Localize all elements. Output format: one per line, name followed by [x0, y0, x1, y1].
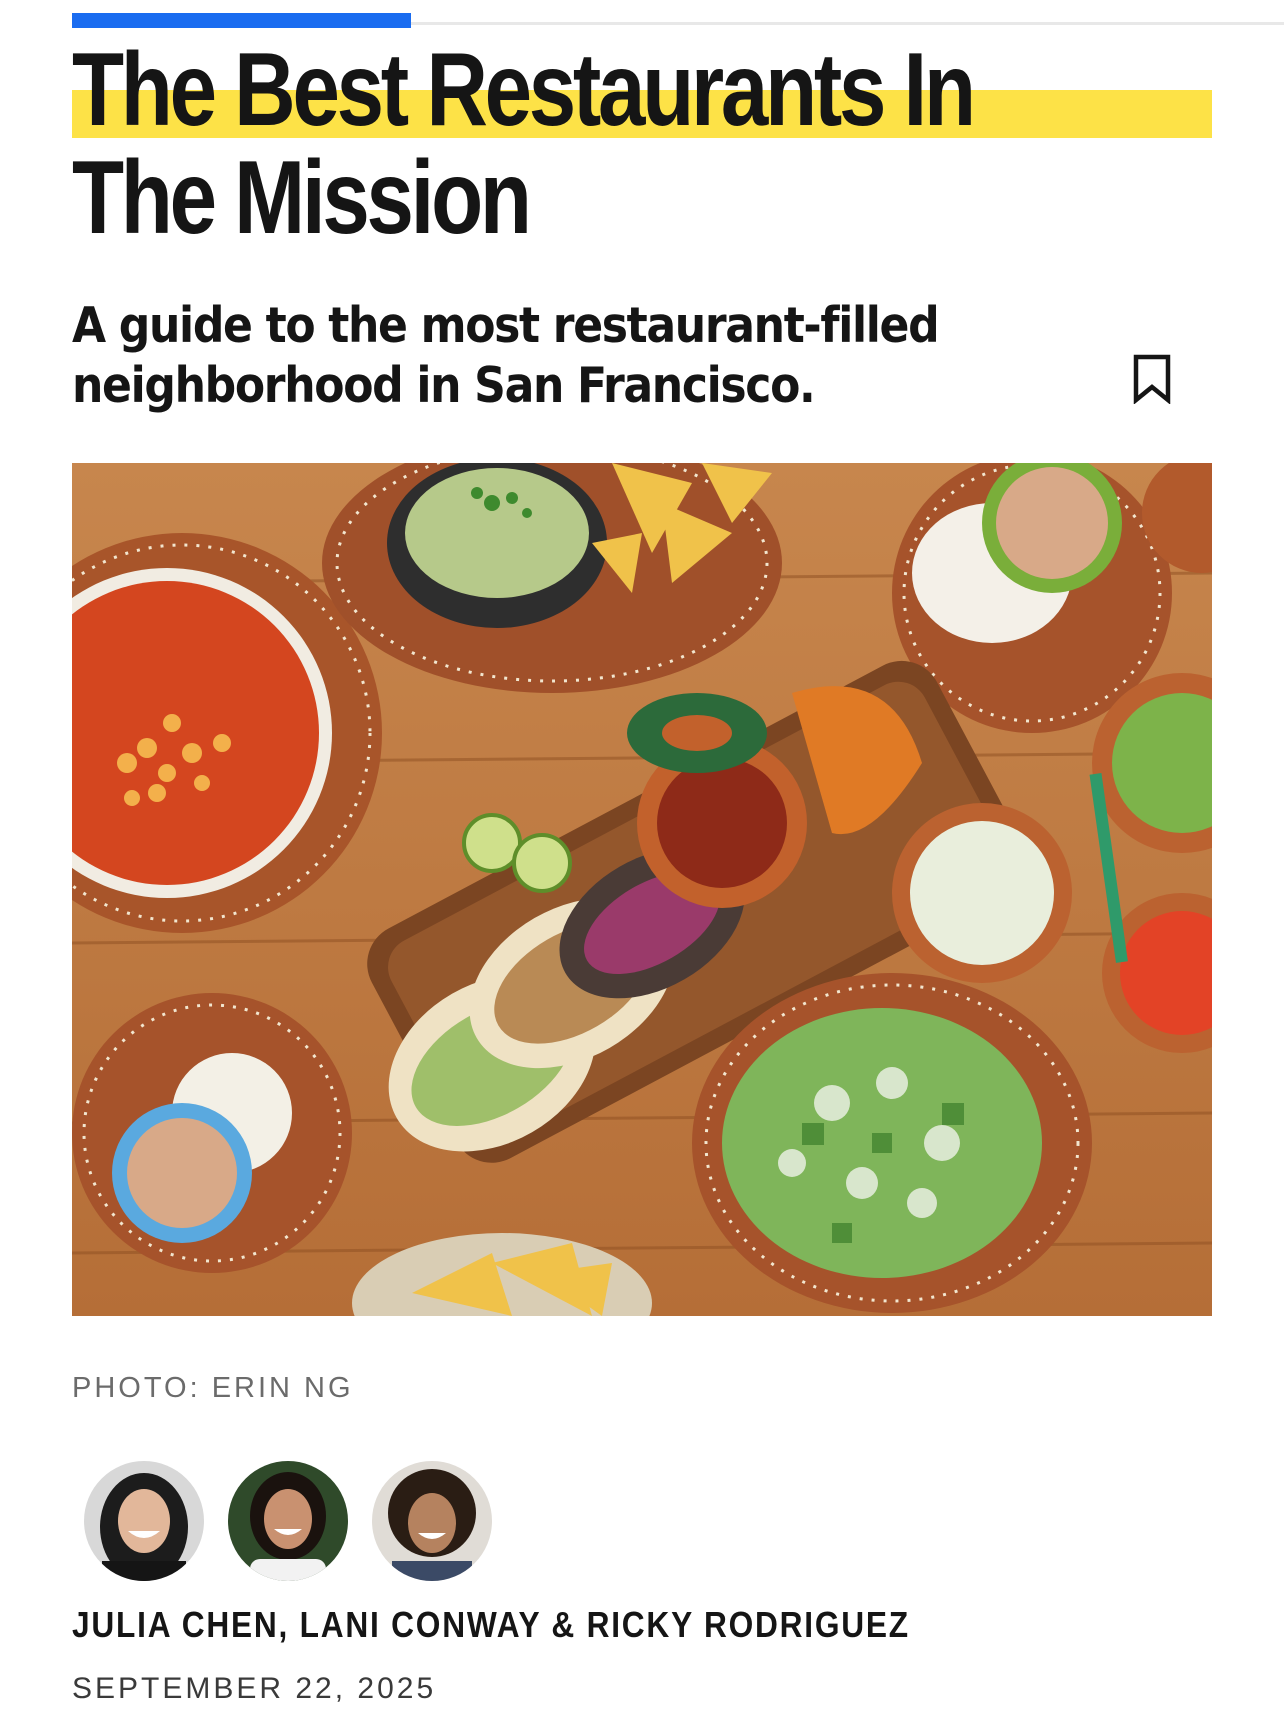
subhead-line-2: neighborhood in San Francisco.: [72, 357, 816, 414]
avatar-julia-chen[interactable]: [84, 1461, 204, 1581]
byline-separator: ,: [278, 1604, 300, 1645]
avatar-lani-conway[interactable]: [228, 1461, 348, 1581]
reading-progress-bar: [72, 13, 412, 28]
subhead-line-1: A guide to the most restaurant-filled: [72, 297, 940, 354]
page-title: The Best Restaurants In The Mission: [72, 36, 1212, 252]
author-link-lani-conway[interactable]: LANI CONWAY: [300, 1604, 541, 1645]
avatar-ricky-rodriguez[interactable]: [372, 1461, 492, 1581]
hero-image: [72, 463, 1212, 1316]
headline-line-2: The Mission: [72, 140, 532, 256]
author-link-julia-chen[interactable]: JULIA CHEN: [72, 1604, 279, 1645]
headline-line-1: The Best Restaurants In: [72, 32, 976, 148]
bookmark-icon[interactable]: [1132, 354, 1172, 405]
article-subhead: A guide to the most restaurant-filled ne…: [72, 296, 1008, 416]
author-link-ricky-rodriguez[interactable]: RICKY RODRIGUEZ: [587, 1604, 910, 1645]
byline: JULIA CHEN, LANI CONWAY & RICKY RODRIGUE…: [72, 1604, 910, 1646]
photo-credit: PHOTO: ERIN NG: [72, 1372, 354, 1404]
author-avatars: [84, 1461, 492, 1581]
byline-separator: &: [540, 1604, 587, 1645]
article-page: The Best Restaurants In The Mission A gu…: [0, 0, 1284, 1712]
publish-date: SEPTEMBER 22, 2025: [72, 1672, 437, 1705]
